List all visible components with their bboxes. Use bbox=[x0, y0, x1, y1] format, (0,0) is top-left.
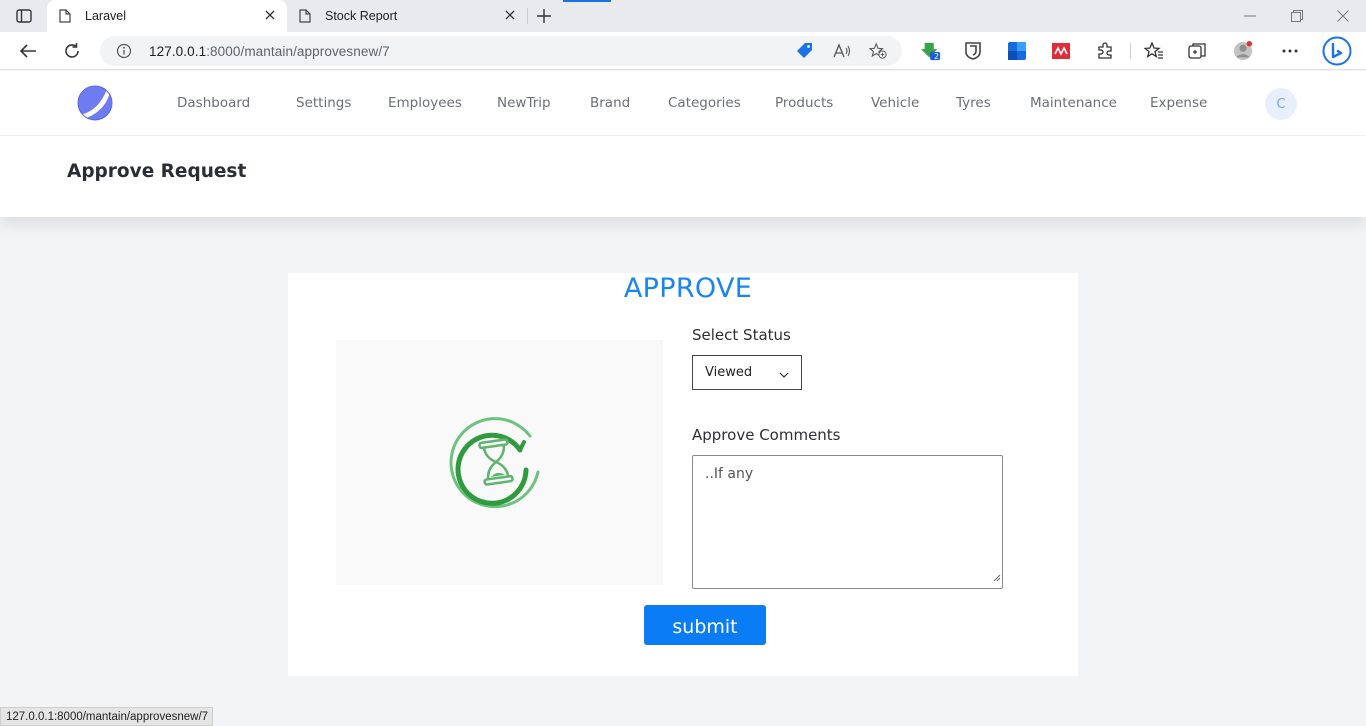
status-bar-url: 127.0.0.1:8000/mantain/approvesnew/7 bbox=[0, 707, 214, 726]
browser-tab-laravel[interactable]: Laravel bbox=[47, 0, 287, 32]
browser-tab-bar: Laravel Stock Report bbox=[0, 0, 1366, 32]
nav-link-tyres[interactable]: Tyres bbox=[956, 95, 991, 111]
minimize-icon[interactable] bbox=[1242, 8, 1258, 24]
more-options-icon[interactable] bbox=[1280, 41, 1300, 61]
comments-placeholder: ..If any bbox=[705, 466, 754, 482]
status-select[interactable]: Viewed bbox=[692, 355, 802, 390]
nav-link-categories[interactable]: Categories bbox=[668, 95, 741, 111]
close-window-icon[interactable] bbox=[1335, 8, 1351, 24]
bing-copilot-icon[interactable] bbox=[1322, 36, 1352, 66]
nav-link-products[interactable]: Products bbox=[775, 95, 833, 111]
status-label: Select Status bbox=[692, 326, 791, 344]
favorites-icon[interactable] bbox=[1144, 41, 1164, 61]
nav-link-expense[interactable]: Expense bbox=[1150, 95, 1207, 111]
browser-toolbar: 127.0.0.1:8000/mantain/approvesnew/7 2 bbox=[0, 32, 1366, 70]
red-extension-icon[interactable] bbox=[1051, 41, 1071, 61]
extension-badge: 2 bbox=[934, 52, 940, 61]
shield-extension-icon[interactable] bbox=[963, 41, 983, 61]
nav-link-newtrip[interactable]: NewTrip bbox=[497, 95, 551, 111]
new-tab-icon[interactable] bbox=[534, 6, 554, 26]
translate-extension-icon[interactable] bbox=[1007, 41, 1027, 61]
close-tab-icon[interactable] bbox=[503, 8, 517, 22]
status-selected-value: Viewed bbox=[705, 365, 753, 380]
toolbar-divider bbox=[1130, 43, 1131, 59]
tab-divider bbox=[527, 8, 528, 24]
page-icon bbox=[59, 9, 71, 26]
comments-textarea[interactable]: ..If any bbox=[692, 455, 1003, 589]
nav-link-brand[interactable]: Brand bbox=[590, 95, 630, 111]
tab-actions-icon[interactable] bbox=[14, 7, 34, 25]
back-arrow-icon[interactable] bbox=[18, 41, 38, 61]
approve-card: APPROVE Select Status Viewed Approve Com… bbox=[288, 273, 1078, 676]
download-extension-icon[interactable]: 2 bbox=[921, 41, 941, 61]
address-bar[interactable]: 127.0.0.1:8000/mantain/approvesnew/7 bbox=[100, 36, 902, 66]
hourglass-pending-icon bbox=[449, 417, 540, 509]
page-icon bbox=[299, 9, 311, 26]
add-favorite-icon[interactable] bbox=[869, 42, 887, 60]
avatar-initial: C bbox=[1276, 96, 1286, 112]
chevron-down-icon bbox=[779, 367, 789, 382]
page-title: Approve Request bbox=[67, 161, 247, 182]
app-navbar: Dashboard Settings Employees NewTrip Bra… bbox=[0, 71, 1366, 136]
tab-title: Stock Report bbox=[325, 9, 398, 23]
page-header: Approve Request bbox=[0, 136, 1366, 217]
nav-link-employees[interactable]: Employees bbox=[388, 95, 462, 111]
close-tab-icon[interactable] bbox=[263, 8, 277, 22]
extensions-puzzle-icon[interactable] bbox=[1095, 41, 1115, 61]
approve-heading: APPROVE bbox=[623, 273, 753, 304]
nav-link-dashboard[interactable]: Dashboard bbox=[177, 95, 250, 111]
tab-title: Laravel bbox=[85, 9, 126, 23]
nav-link-maintenance[interactable]: Maintenance bbox=[1030, 95, 1117, 111]
nav-link-settings[interactable]: Settings bbox=[296, 95, 351, 111]
refresh-icon[interactable] bbox=[62, 41, 82, 61]
profile-avatar-icon[interactable] bbox=[1233, 41, 1253, 61]
submit-button[interactable]: submit bbox=[644, 605, 766, 645]
collections-icon[interactable] bbox=[1188, 41, 1208, 61]
nav-link-vehicle[interactable]: Vehicle bbox=[871, 95, 919, 111]
site-info-icon[interactable] bbox=[116, 43, 132, 64]
app-logo[interactable] bbox=[77, 85, 113, 121]
submit-label: submit bbox=[672, 616, 738, 638]
url-text: 127.0.0.1:8000/mantain/approvesnew/7 bbox=[149, 44, 390, 59]
coupon-tag-icon[interactable] bbox=[796, 42, 814, 60]
resize-handle-icon[interactable] bbox=[993, 569, 1001, 587]
read-aloud-icon[interactable] bbox=[833, 42, 851, 60]
restore-icon[interactable] bbox=[1289, 8, 1305, 24]
pending-illustration bbox=[336, 340, 663, 585]
comments-label: Approve Comments bbox=[692, 426, 841, 444]
user-avatar[interactable]: C bbox=[1265, 88, 1297, 120]
tab-strip-highlight bbox=[563, 0, 611, 2]
browser-tab-stock-report[interactable]: Stock Report bbox=[287, 0, 527, 32]
